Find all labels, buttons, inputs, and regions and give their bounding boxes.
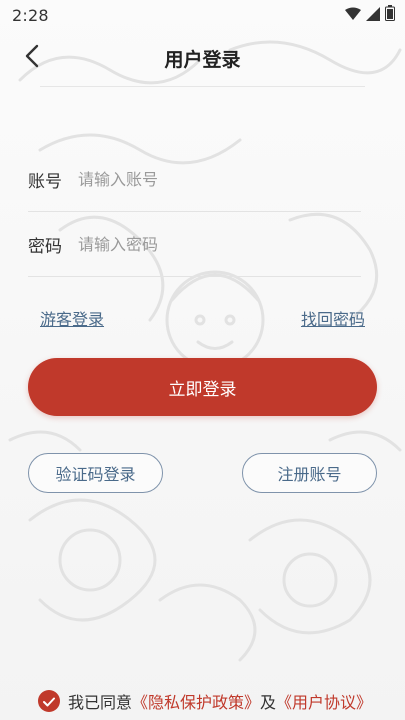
guest-login-link[interactable]: 游客登录 [40, 306, 104, 330]
title-bar: 用户登录 [0, 30, 405, 86]
agreement-row: 我已同意 《隐私保护政策》 及 《用户协议》 [38, 688, 372, 714]
login-screen: 2:28 用户登录 账号 请输入账号 密码 游客登录 找回密码 立即登录 验证码… [0, 0, 405, 720]
find-password-link[interactable]: 找回密码 [301, 306, 365, 330]
account-input[interactable] [78, 170, 361, 189]
account-row: 账号 [28, 148, 361, 212]
agreement-conjunction: 及 [260, 693, 277, 712]
wifi-icon [345, 6, 361, 25]
battery-icon [385, 5, 395, 25]
sms-login-button[interactable]: 验证码登录 [28, 453, 163, 493]
register-button[interactable]: 注册账号 [242, 453, 377, 493]
status-icons [345, 5, 395, 25]
page-title: 用户登录 [164, 48, 241, 71]
status-bar: 2:28 [0, 0, 405, 30]
agreement-prefix: 我已同意 [68, 693, 133, 712]
privacy-policy-link[interactable]: 《隐私保护政策》 [132, 689, 260, 713]
password-input[interactable] [78, 235, 361, 254]
account-label: 账号 [28, 172, 62, 192]
status-time: 2:28 [12, 5, 49, 25]
chevron-left-icon [24, 44, 40, 72]
login-button[interactable]: 立即登录 [28, 358, 377, 416]
password-row: 密码 [28, 213, 361, 277]
user-agreement-link[interactable]: 《用户协议》 [276, 689, 372, 713]
signal-icon [366, 6, 380, 25]
title-divider [40, 86, 365, 87]
agreement-checkbox[interactable] [38, 690, 60, 712]
password-label: 密码 [28, 237, 62, 257]
check-icon [43, 692, 55, 711]
back-button[interactable] [18, 44, 46, 72]
